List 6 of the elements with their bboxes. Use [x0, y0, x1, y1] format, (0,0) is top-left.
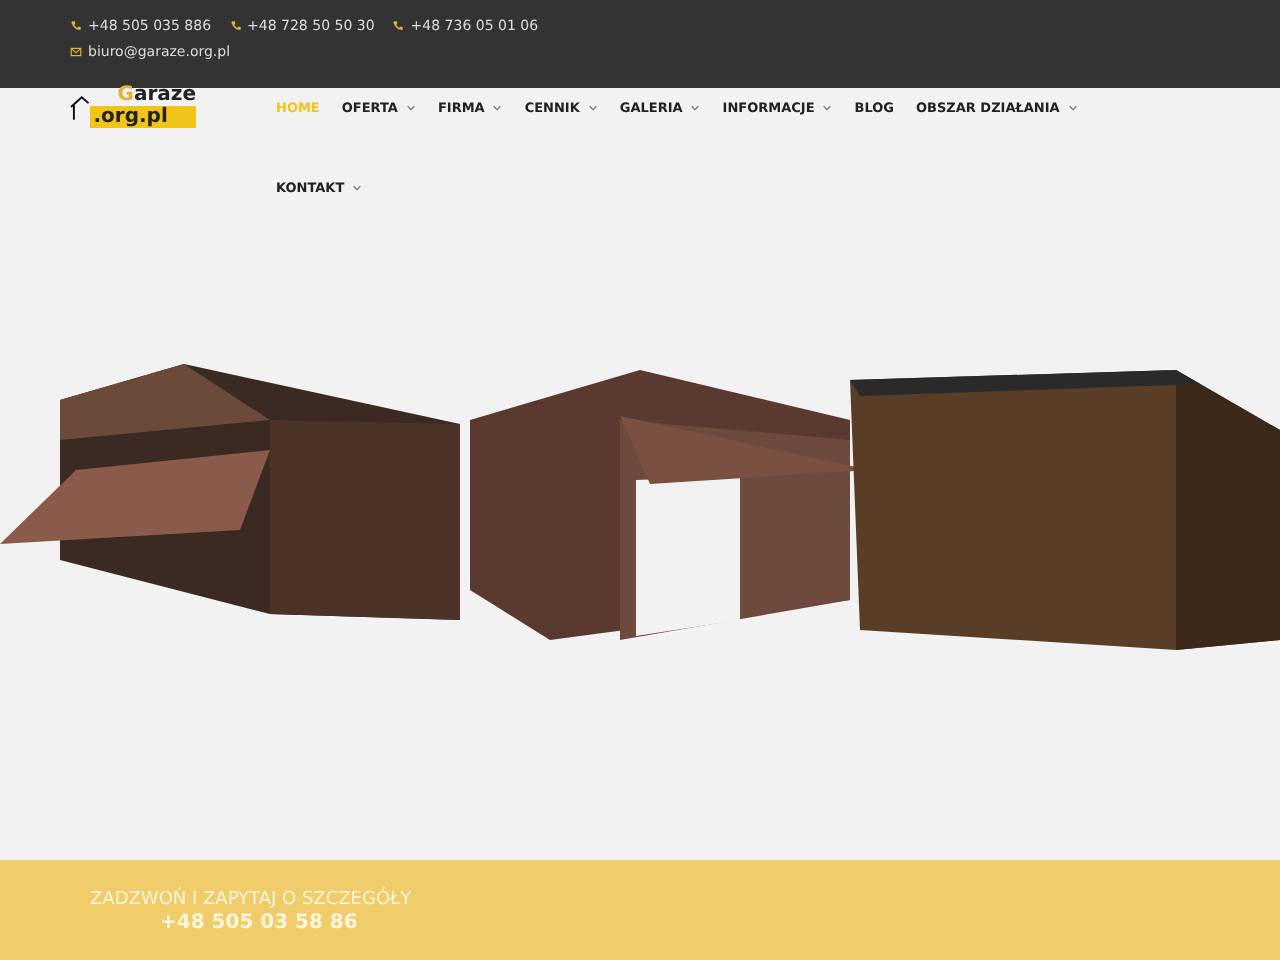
phone-icon — [70, 20, 82, 32]
logo[interactable]: Garaze .org.pl — [0, 84, 196, 144]
cta-heading: ZADZWOŃ I ZAPYTAJ O SZCZEGÓŁY — [90, 890, 414, 912]
phone-icon — [392, 20, 405, 32]
envelope-icon — [70, 46, 82, 58]
phone-icon — [229, 20, 242, 32]
